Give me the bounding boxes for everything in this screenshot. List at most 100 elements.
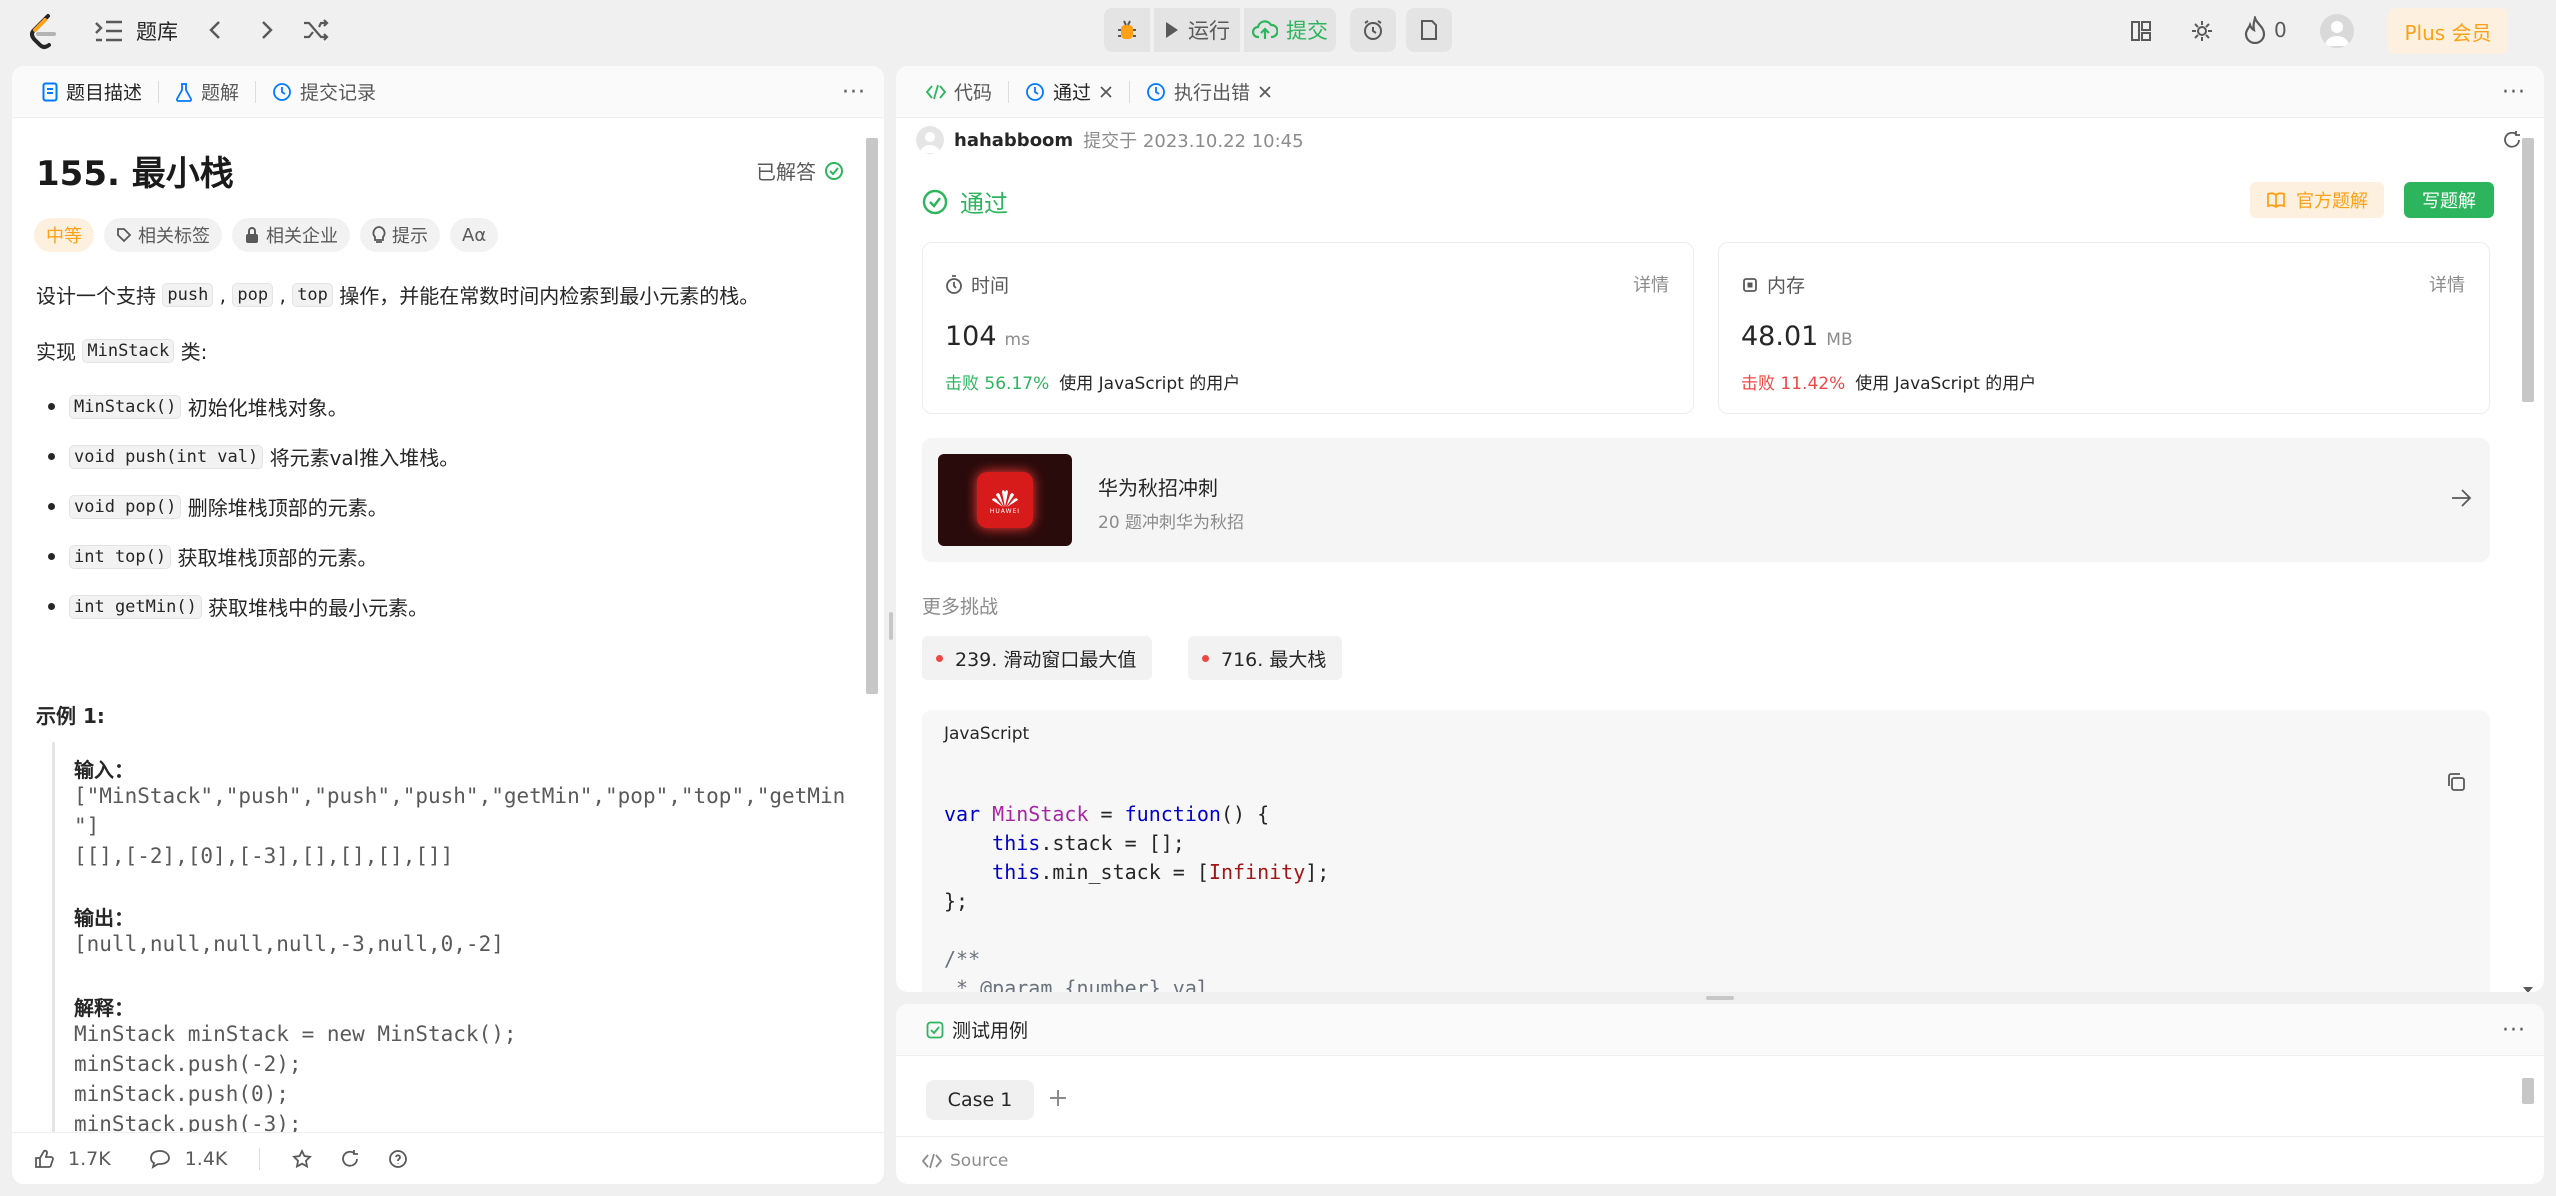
source-label[interactable]: Source — [950, 1151, 1008, 1171]
submit-button[interactable]: 提交 — [1244, 8, 1336, 52]
promo-subtitle: 20 题冲刺华为秋招 — [1098, 513, 1245, 533]
user-avatar[interactable] — [916, 126, 944, 154]
lock-icon — [244, 226, 260, 244]
output-line: [null,null,null,null,-3,null,0,-2] — [74, 932, 504, 956]
streak-counter[interactable]: 0 — [2244, 16, 2287, 44]
thumbs-up-icon[interactable] — [34, 1149, 54, 1169]
right-scrollbar[interactable] — [2522, 138, 2534, 402]
memory-detail-link[interactable]: 详情 — [2429, 271, 2465, 297]
bug-icon — [1116, 18, 1138, 42]
tab-solutions-label: 题解 — [201, 82, 240, 104]
right-tab-bar: 代码 通过 执行出错 — [896, 66, 2544, 118]
prev-problem-icon[interactable] — [206, 18, 226, 42]
tab-submissions-label: 提交记录 — [300, 82, 377, 104]
leetcode-logo-icon[interactable] — [26, 12, 60, 50]
memory-card: 内存 详情 48.01 MB 击败 11.42% 使用 JavaScript 的… — [1718, 242, 2490, 414]
close-icon[interactable] — [1258, 85, 1272, 99]
description-paragraph-1: 设计一个支持 push , pop , top 操作，并能在常数时间内检索到最小… — [36, 280, 759, 309]
challenge-title: 716. 最大栈 — [1221, 648, 1327, 671]
runtime-beat: 击败 56.17% 使用 JavaScript 的用户 — [945, 369, 1240, 394]
vertical-resize-handle[interactable] — [889, 612, 893, 640]
promo-banner[interactable]: HUAWEI 华为秋招冲刺 20 题冲刺华为秋招 — [922, 438, 2490, 562]
help-icon[interactable] — [388, 1149, 408, 1169]
layout-icon[interactable] — [2130, 20, 2152, 42]
copy-icon[interactable] — [2446, 772, 2466, 797]
alarm-clock-icon — [1362, 19, 1384, 41]
share-icon[interactable] — [340, 1149, 360, 1169]
list-icon — [94, 17, 124, 45]
code-token: Infinity — [1208, 860, 1306, 884]
testcase-more-icon[interactable]: ··· — [2502, 1018, 2526, 1043]
related-tags-button[interactable]: 相关标签 — [104, 218, 222, 252]
comma: , — [273, 282, 293, 307]
problem-list-button[interactable]: 题库 — [94, 16, 178, 46]
lightbulb-icon — [372, 226, 386, 244]
font-size-button[interactable]: Aα — [450, 218, 499, 252]
shuffle-icon[interactable] — [302, 18, 330, 42]
memory-beat: 击败 11.42% 使用 JavaScript 的用户 — [1741, 369, 2036, 394]
add-case-icon[interactable] — [1046, 1086, 1070, 1115]
tab-accepted[interactable]: 通过 — [1013, 66, 1125, 118]
left-footer: 1.7K 1.4K — [12, 1132, 884, 1184]
submitted-code-block: JavaScript var MinStack = function() { t… — [922, 710, 2490, 992]
list-item: MinStack() 初始化堆栈对象。 — [48, 392, 348, 421]
submission-meta: hahabboom 提交于 2023.10.22 10:45 — [916, 126, 1304, 154]
settings-gear-icon[interactable] — [2190, 19, 2214, 43]
status-label: 通过 — [960, 190, 1008, 218]
runtime-beat-suffix: 使用 JavaScript 的用户 — [1059, 374, 1241, 394]
challenge-link[interactable]: 716. 最大栈 — [1188, 636, 1343, 680]
left-panel-more-icon[interactable]: ··· — [842, 80, 866, 105]
cloud-upload-icon — [1252, 19, 1278, 41]
tab-code[interactable]: 代码 — [914, 66, 1004, 118]
notes-button[interactable] — [1406, 8, 1452, 52]
plus-membership-button[interactable]: Plus 会员 — [2388, 8, 2508, 54]
external-link-icon[interactable] — [2502, 130, 2522, 155]
runtime-detail-link[interactable]: 详情 — [1633, 271, 1669, 297]
left-tab-bar: 题目描述 题解 提交记录 — [12, 66, 884, 118]
case-1-tab[interactable]: Case 1 — [926, 1080, 1034, 1120]
timer-button[interactable] — [1350, 8, 1396, 52]
horizontal-resize-handle[interactable] — [1706, 996, 1734, 1000]
comment-icon[interactable] — [149, 1149, 171, 1169]
username[interactable]: hahabboom — [954, 130, 1073, 151]
bullet-code: int getMin() — [69, 594, 202, 619]
problem-list-label: 题库 — [136, 20, 178, 44]
star-icon[interactable] — [292, 1148, 313, 1169]
tab-solutions[interactable]: 题解 — [163, 66, 251, 118]
history-icon — [272, 82, 292, 102]
next-problem-icon[interactable] — [256, 18, 276, 42]
tab-runtime-error[interactable]: 执行出错 — [1134, 66, 1284, 118]
tab-divider — [1129, 80, 1131, 103]
official-solution-button[interactable]: 官方题解 — [2250, 182, 2384, 218]
tab-runtime-error-label: 执行出错 — [1174, 82, 1251, 104]
tab-description[interactable]: 题目描述 — [30, 66, 154, 118]
runtime-value: 104 ms — [945, 321, 1030, 352]
scroll-down-icon[interactable] — [2522, 976, 2534, 992]
left-scrollbar[interactable] — [866, 138, 878, 694]
avatar[interactable] — [2320, 14, 2354, 48]
problem-title: 155. 最小栈 — [36, 154, 234, 194]
write-solution-button[interactable]: 写题解 — [2404, 182, 2494, 218]
testcase-scrollbar[interactable] — [2522, 1078, 2534, 1104]
play-icon — [1164, 20, 1180, 40]
footer-divider — [259, 1147, 261, 1170]
right-panel-more-icon[interactable]: ··· — [2502, 80, 2526, 105]
challenge-link[interactable]: 239. 滑动窗口最大值 — [922, 636, 1153, 680]
related-companies-button[interactable]: 相关企业 — [232, 218, 350, 252]
close-icon[interactable] — [1099, 85, 1113, 99]
tab-description-label: 题目描述 — [66, 82, 143, 104]
tab-testcase[interactable]: 测试用例 — [914, 1004, 1040, 1056]
hints-button[interactable]: 提示 — [360, 218, 440, 252]
history-icon — [1146, 82, 1166, 102]
list-item: void push(int val) 将元素val推入堆栈。 — [48, 442, 459, 471]
code-token: this — [992, 831, 1041, 855]
tab-submissions[interactable]: 提交记录 — [260, 66, 388, 118]
explain-line: minStack.push(-3); — [74, 1112, 302, 1132]
run-button[interactable]: 运行 — [1154, 8, 1240, 52]
code-token: var — [944, 802, 981, 826]
memory-unit: MB — [1826, 330, 1853, 350]
explain-line: MinStack minStack = new MinStack(); — [74, 1022, 517, 1046]
run-label: 运行 — [1188, 19, 1230, 43]
debug-button[interactable] — [1104, 8, 1150, 52]
history-icon — [1025, 82, 1045, 102]
